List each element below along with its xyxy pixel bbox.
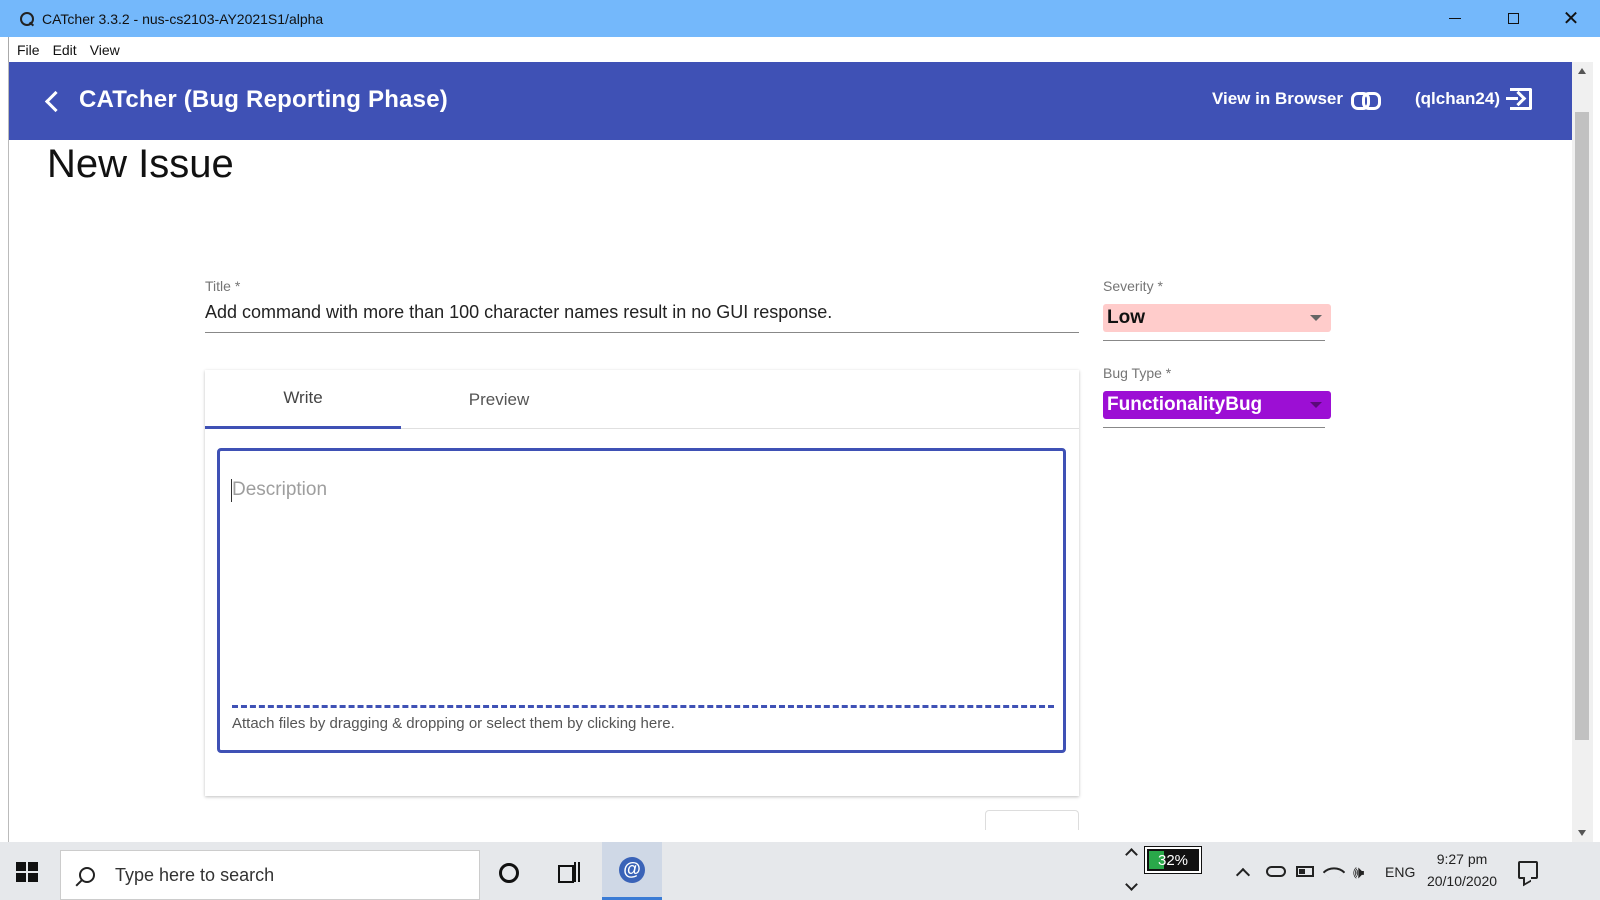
bug-type-select[interactable]: FunctionalityBug <box>1103 391 1331 419</box>
battery-meter: 32% <box>1144 846 1202 874</box>
taskbar-clock[interactable]: 9:27 pm 20/10/2020 <box>1420 848 1504 892</box>
back-arrow-icon[interactable] <box>37 86 67 116</box>
bug-type-value: FunctionalityBug <box>1107 394 1263 415</box>
tab-write[interactable]: Write <box>205 370 401 429</box>
scroll-down-icon[interactable] <box>1578 830 1586 836</box>
page-title: New Issue <box>47 142 234 186</box>
severity-select[interactable]: Low <box>1103 304 1331 332</box>
app-frame: CATcher (Bug Reporting Phase) View in Br… <box>8 62 1593 842</box>
window-title: CATcher 3.3.2 - nus-cs2103-AY2021S1/alph… <box>42 10 324 27</box>
clock-time: 9:27 pm <box>1436 851 1488 867</box>
title-underline <box>205 332 1079 333</box>
description-editor: Write Preview Description Attach files b… <box>205 370 1079 796</box>
maximize-button[interactable] <box>1484 0 1542 37</box>
cortana-icon[interactable] <box>499 863 519 883</box>
severity-underline <box>1103 340 1325 341</box>
bug-type-label: Bug Type * <box>1103 365 1172 381</box>
scroll-thumb[interactable] <box>1575 112 1589 740</box>
chevron-down-icon <box>1310 315 1322 321</box>
severity-label: Severity * <box>1103 278 1163 294</box>
language-indicator[interactable]: ENG <box>1385 864 1415 880</box>
toolbar-actions: View in Browser (qlchan24) <box>1174 88 1532 110</box>
window-controls: ✕ <box>1426 0 1600 37</box>
show-hidden-icons-icon[interactable] <box>1235 867 1251 883</box>
submit-button-partial[interactable] <box>985 810 1079 830</box>
catcher-app-icon: @ <box>619 856 645 883</box>
search-icon <box>79 867 95 883</box>
onedrive-cloud-icon[interactable] <box>1266 866 1286 877</box>
windows-start-icon[interactable] <box>16 862 38 882</box>
maximize-icon <box>1507 13 1519 24</box>
attach-divider <box>232 705 1054 708</box>
menu-bar: File Edit View <box>8 37 1592 62</box>
editor-tabs: Write Preview <box>205 370 1079 429</box>
taskbar-catcher-app[interactable]: @ <box>602 842 662 900</box>
attach-files-hint[interactable]: Attach files by dragging & dropping or s… <box>232 715 675 732</box>
title-input[interactable]: Add command with more than 100 character… <box>205 302 832 323</box>
scroll-up-icon[interactable] <box>1578 68 1586 74</box>
volume-icon[interactable]: 🕪 <box>1353 862 1364 883</box>
notifications-icon[interactable] <box>1518 861 1538 879</box>
description-placeholder: Description <box>232 479 328 500</box>
vertical-scrollbar[interactable] <box>1572 62 1593 842</box>
tab-preview[interactable]: Preview <box>401 370 597 429</box>
logout-icon <box>1506 88 1532 110</box>
close-button[interactable]: ✕ <box>1542 0 1600 37</box>
minimize-button[interactable] <box>1426 0 1484 37</box>
menu-file[interactable]: File <box>17 42 40 58</box>
menu-view[interactable]: View <box>90 42 120 58</box>
task-view-icon[interactable] <box>558 862 580 883</box>
chevron-down-icon <box>1310 402 1322 408</box>
username-label: (qlchan24) <box>1414 89 1500 108</box>
view-in-browser-button[interactable]: View in Browser <box>1211 89 1381 110</box>
close-icon: ✕ <box>1562 8 1580 30</box>
catcher-app-icon <box>20 11 34 26</box>
description-textarea[interactable]: Description Attach files by dragging & d… <box>217 448 1066 753</box>
clock-date: 20/10/2020 <box>1426 873 1498 889</box>
menu-edit[interactable]: Edit <box>53 42 77 58</box>
logout-button[interactable]: (qlchan24) <box>1415 88 1532 110</box>
minimize-icon <box>1449 18 1461 19</box>
bug-type-underline <box>1103 427 1325 428</box>
taskbar-search-box[interactable]: Type here to search <box>60 850 480 900</box>
view-in-browser-label: View in Browser <box>1211 89 1343 108</box>
window-title-bar: CATcher 3.3.2 - nus-cs2103-AY2021S1/alph… <box>0 0 1600 37</box>
title-label: Title * <box>205 278 241 294</box>
battery-percent: 32% <box>1157 852 1189 869</box>
tray-scroll-chevrons-icon[interactable] <box>1124 844 1138 898</box>
wifi-icon[interactable] <box>1322 860 1346 884</box>
severity-value: Low <box>1107 307 1145 328</box>
battery-icon[interactable] <box>1296 866 1314 877</box>
search-placeholder: Type here to search <box>115 864 275 885</box>
windows-taskbar: Type here to search @ 32% 🕪 ENG 9:27 pm … <box>0 842 1600 900</box>
link-icon <box>1350 92 1381 110</box>
app-title: CATcher (Bug Reporting Phase) <box>79 86 448 113</box>
app-toolbar: CATcher (Bug Reporting Phase) View in Br… <box>9 62 1572 140</box>
